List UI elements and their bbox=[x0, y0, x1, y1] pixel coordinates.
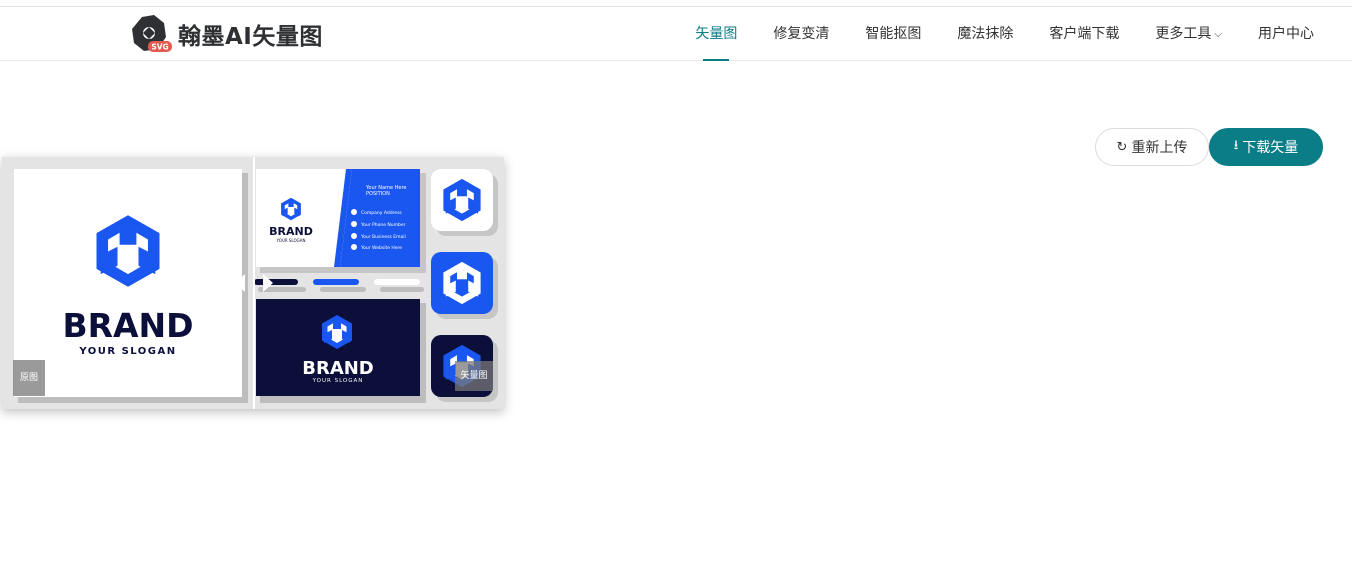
card-line-4: Your Website Here bbox=[360, 245, 402, 251]
card-brand-text: BRAND bbox=[269, 225, 313, 238]
download-vector-button[interactable]: ⭳ 下载矢量 bbox=[1209, 128, 1323, 166]
card-line-1: Company Address bbox=[361, 210, 402, 216]
nav-restore[interactable]: 修复变清 bbox=[773, 7, 829, 61]
download-label: 下载矢量 bbox=[1242, 140, 1299, 156]
reupload-button[interactable]: ↻ 重新上传 bbox=[1095, 128, 1209, 166]
left-slogan-text: YOUR SLOGAN bbox=[78, 346, 176, 357]
left-brand-text: BRAND bbox=[62, 306, 193, 345]
nav-more-tools[interactable]: 更多工具 ⌵ bbox=[1155, 7, 1222, 61]
vector-tag: 矢量图 bbox=[455, 361, 493, 391]
main-nav: 矢量图 修复变清 智能抠图 魔法抹除 客户端下载 更多工具 ⌵ 用户中心 bbox=[659, 7, 1314, 61]
card-slogan-text: YOUR SLOGAN bbox=[276, 238, 306, 243]
logo-badge: SVG bbox=[151, 43, 168, 52]
nav-user-center[interactable]: 用户中心 bbox=[1258, 7, 1314, 61]
site-header: SVG 翰墨AI矢量图 矢量图 修复变清 智能抠图 魔法抹除 客户端下载 更多工… bbox=[0, 7, 1352, 61]
download-icon: ⭳ bbox=[1233, 138, 1239, 153]
card-line-3: Your Business Email bbox=[360, 234, 406, 240]
arrow-left-icon[interactable] bbox=[235, 274, 245, 292]
compare-divider[interactable] bbox=[253, 157, 255, 409]
card-line-2: Your Phone Number bbox=[360, 222, 406, 228]
site-logo[interactable]: SVG 翰墨AI矢量图 bbox=[130, 13, 323, 55]
nav-client-download[interactable]: 客户端下载 bbox=[1049, 7, 1119, 61]
chevron-down-icon: ⌵ bbox=[1214, 29, 1222, 40]
before-after-compare[interactable]: BRAND YOUR SLOGAN BRAND YOUR SLOGAN Your… bbox=[2, 157, 504, 409]
reupload-label: 重新上传 bbox=[1131, 140, 1188, 156]
dark-brand-text: BRAND bbox=[302, 358, 374, 379]
logo-text: 翰墨AI矢量图 bbox=[178, 24, 323, 50]
original-tag: 原图 bbox=[13, 360, 45, 396]
logo-icon: SVG bbox=[132, 15, 172, 52]
refresh-icon: ↻ bbox=[1116, 139, 1128, 155]
nav-more-tools-label: 更多工具 bbox=[1155, 26, 1212, 42]
nav-vector[interactable]: 矢量图 bbox=[695, 7, 737, 61]
nav-erase[interactable]: 魔法抹除 bbox=[957, 7, 1013, 61]
nav-cutout[interactable]: 智能抠图 bbox=[865, 7, 921, 61]
dark-slogan-text: YOUR SLOGAN bbox=[312, 378, 364, 384]
arrow-right-icon[interactable] bbox=[263, 274, 273, 292]
card-position-text: POSITION bbox=[366, 191, 390, 197]
